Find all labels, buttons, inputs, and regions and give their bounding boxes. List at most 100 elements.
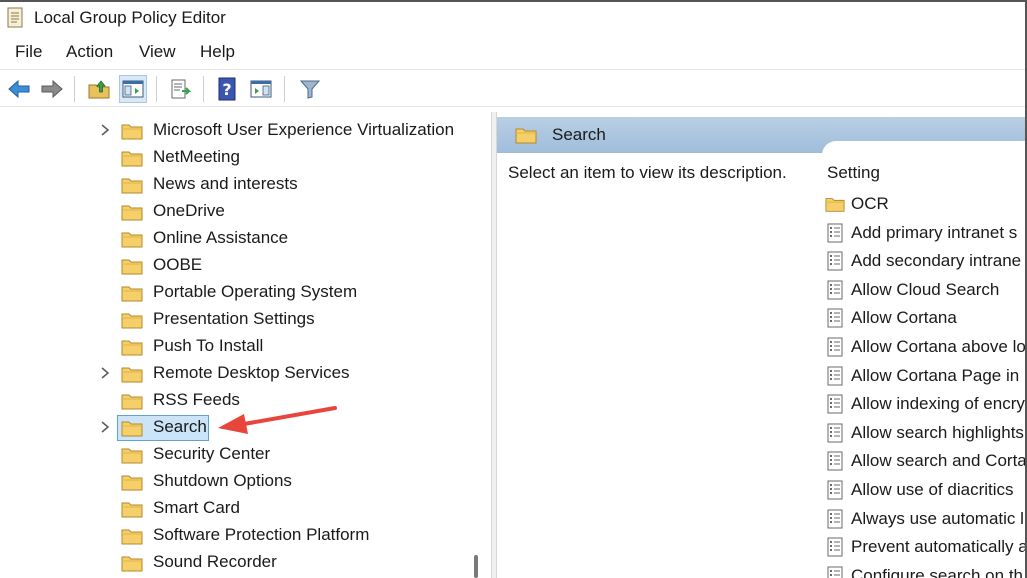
tree-item[interactable]: Microsoft User Experience Virtualization — [0, 117, 470, 144]
tree-item[interactable]: Sound Recorder — [0, 549, 470, 576]
folder-icon — [121, 259, 143, 275]
help-button[interactable]: ? — [213, 75, 241, 103]
menu-action[interactable]: Action — [66, 42, 113, 62]
action-pane-icon — [250, 80, 272, 98]
policy-setting-icon — [827, 423, 843, 443]
forward-button[interactable] — [38, 75, 66, 103]
setting-row[interactable]: Configure search on th — [823, 562, 1027, 578]
toolbar-separator — [74, 76, 75, 102]
toolbar-separator — [156, 76, 157, 102]
policy-setting-icon — [827, 366, 843, 386]
tree-item[interactable]: OneDrive — [0, 198, 470, 225]
setting-label: Add primary intranet s — [851, 222, 1018, 242]
tree-item[interactable]: News and interests — [0, 171, 470, 198]
back-button[interactable] — [5, 75, 33, 103]
chevron-right-icon[interactable] — [98, 122, 112, 138]
tree-item[interactable]: Shutdown Options — [0, 468, 470, 495]
filter-icon — [299, 80, 321, 99]
export-list-icon — [171, 79, 191, 99]
setting-label: Allow Cloud Search — [851, 279, 1000, 299]
folder-icon — [121, 367, 143, 383]
setting-row[interactable]: Allow search highlights — [823, 419, 1027, 447]
folder-icon — [121, 205, 143, 221]
setting-label: Allow Cortana Page in — [851, 365, 1020, 385]
setting-row[interactable]: Allow Cortana above lo — [823, 333, 1027, 361]
policy-setting-icon — [827, 251, 843, 271]
policy-setting-icon — [827, 509, 843, 529]
show-hide-tree-icon — [122, 80, 144, 98]
folder-icon — [121, 286, 143, 302]
folder-icon — [121, 340, 143, 356]
setting-row[interactable]: Allow search and Corta — [823, 447, 1027, 475]
setting-row[interactable]: Allow use of diacritics — [823, 476, 1027, 504]
setting-row[interactable]: Allow indexing of encry — [823, 390, 1027, 418]
tree-item-label: Security Center — [153, 444, 271, 463]
tree-item-label: Shutdown Options — [153, 471, 292, 490]
tree-scrollbar[interactable] — [474, 555, 478, 578]
policy-setting-icon — [827, 337, 843, 357]
setting-row[interactable]: Allow Cortana — [823, 304, 1027, 332]
tree-item-label: NetMeeting — [153, 147, 240, 166]
menu-view[interactable]: View — [139, 42, 176, 62]
tree-item-label: Portable Operating System — [153, 282, 358, 301]
up-one-level-button[interactable] — [85, 75, 113, 103]
setting-row[interactable]: Prevent automatically a — [823, 533, 1027, 561]
tree-item[interactable]: Portable Operating System — [0, 279, 470, 306]
folder-icon — [121, 232, 143, 248]
setting-row[interactable]: Allow Cloud Search — [823, 276, 1027, 304]
setting-label: Allow Cortana — [851, 308, 957, 328]
description-text: Select an item to view its description. — [508, 163, 787, 182]
action-pane-button[interactable] — [247, 75, 275, 103]
tree-pane[interactable]: Microsoft User Experience Virtualization… — [0, 112, 491, 578]
folder-icon — [825, 198, 845, 212]
tree-item[interactable]: Presentation Settings — [0, 306, 470, 333]
tree-item[interactable]: Online Assistance — [0, 225, 470, 252]
setting-label: Allow search highlights — [851, 422, 1024, 442]
window-title: Local Group Policy Editor — [34, 8, 226, 27]
tree-item-label: Smart Card — [153, 498, 240, 517]
tree-item[interactable]: NetMeeting — [0, 144, 470, 171]
folder-icon — [121, 475, 143, 491]
menu-file[interactable]: File — [15, 42, 42, 62]
tree-item[interactable]: Security Center — [0, 441, 470, 468]
setting-label: Allow use of diacritics — [851, 480, 1014, 499]
setting-row[interactable]: Add primary intranet s — [823, 219, 1027, 247]
tree-item[interactable]: Smart Card — [0, 495, 470, 522]
policy-setting-icon — [827, 394, 843, 414]
tree-item-label: Microsoft User Experience Virtualization — [153, 120, 455, 139]
policy-setting-icon — [827, 223, 843, 243]
policy-setting-icon — [827, 480, 843, 500]
tree-item-label: Sound Recorder — [153, 552, 277, 571]
folder-icon — [121, 556, 143, 572]
folder-icon — [121, 502, 143, 518]
chevron-right-icon[interactable] — [98, 419, 112, 435]
svg-text:?: ? — [222, 80, 231, 99]
export-list-button[interactable] — [166, 75, 194, 103]
tree-item[interactable]: Remote Desktop Services — [0, 360, 470, 387]
setting-row[interactable]: OCR — [823, 190, 1027, 218]
setting-label: Allow indexing of encry — [851, 394, 1025, 414]
column-header-setting[interactable]: Setting — [827, 163, 880, 183]
tree-item[interactable]: OOBE — [0, 252, 470, 279]
folder-icon — [515, 128, 537, 144]
folder-icon — [121, 448, 143, 464]
menu-help[interactable]: Help — [200, 42, 235, 62]
setting-row[interactable]: Always use automatic l — [823, 505, 1027, 533]
setting-row[interactable]: Allow Cortana Page in — [823, 362, 1027, 390]
setting-row[interactable]: Add secondary intrane — [823, 247, 1027, 275]
show-hide-tree-button[interactable] — [119, 75, 147, 103]
tree-item-label: Remote Desktop Services — [153, 363, 350, 382]
filter-button[interactable] — [296, 75, 324, 103]
folder-icon — [121, 529, 143, 545]
setting-label: Always use automatic l — [851, 508, 1024, 528]
back-arrow-icon — [8, 79, 30, 99]
title-bar: Local Group Policy Editor — [0, 0, 1027, 36]
folder-icon — [121, 394, 143, 410]
tree-item[interactable]: Software Protection Platform — [0, 522, 470, 549]
folder-icon — [121, 421, 143, 437]
forward-arrow-icon — [41, 79, 63, 99]
tree-item[interactable]: Push To Install — [0, 333, 470, 360]
chevron-right-icon[interactable] — [98, 365, 112, 381]
tree-item-label: Presentation Settings — [153, 309, 315, 328]
tree-item-label: OOBE — [153, 255, 203, 274]
